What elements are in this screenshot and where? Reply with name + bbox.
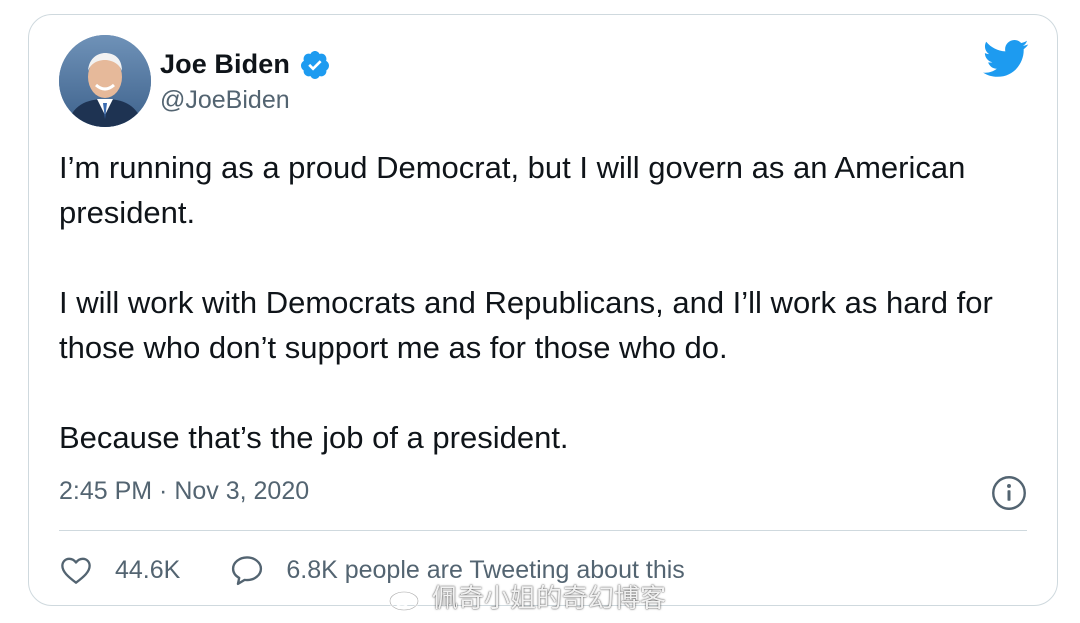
tweet-paragraph: I will work with Democrats and Republica… (59, 285, 993, 365)
tweet-text: I’m running as a proud Democrat, but I w… (59, 145, 1019, 460)
verified-badge-icon (301, 51, 329, 79)
watermark-text: 佩奇小姐的奇幻博客 (432, 584, 667, 614)
divider (59, 530, 1027, 531)
tweet-timestamp[interactable]: 2:45 PM · Nov 3, 2020 (59, 477, 309, 506)
twitter-bird-icon[interactable] (983, 39, 1029, 79)
weibo-watermark: 佩奇小姐的奇幻博客 (388, 578, 666, 615)
tweet-paragraph: I’m running as a proud Democrat, but I w… (59, 150, 966, 230)
like-count: 44.6K (115, 555, 181, 584)
avatar[interactable] (59, 35, 151, 127)
info-icon[interactable] (991, 475, 1027, 511)
display-name[interactable]: Joe Biden (160, 49, 290, 80)
weibo-logo-icon (389, 581, 426, 611)
tweet-card: Joe Biden @JoeBiden I’m running as a pro… (28, 14, 1058, 606)
tweet-paragraph: Because that’s the job of a president. (59, 420, 569, 455)
heart-icon (61, 557, 91, 584)
like-button[interactable]: 44.6K (59, 555, 180, 585)
speech-bubble-icon (232, 556, 263, 586)
user-handle[interactable]: @JoeBiden (160, 86, 290, 115)
